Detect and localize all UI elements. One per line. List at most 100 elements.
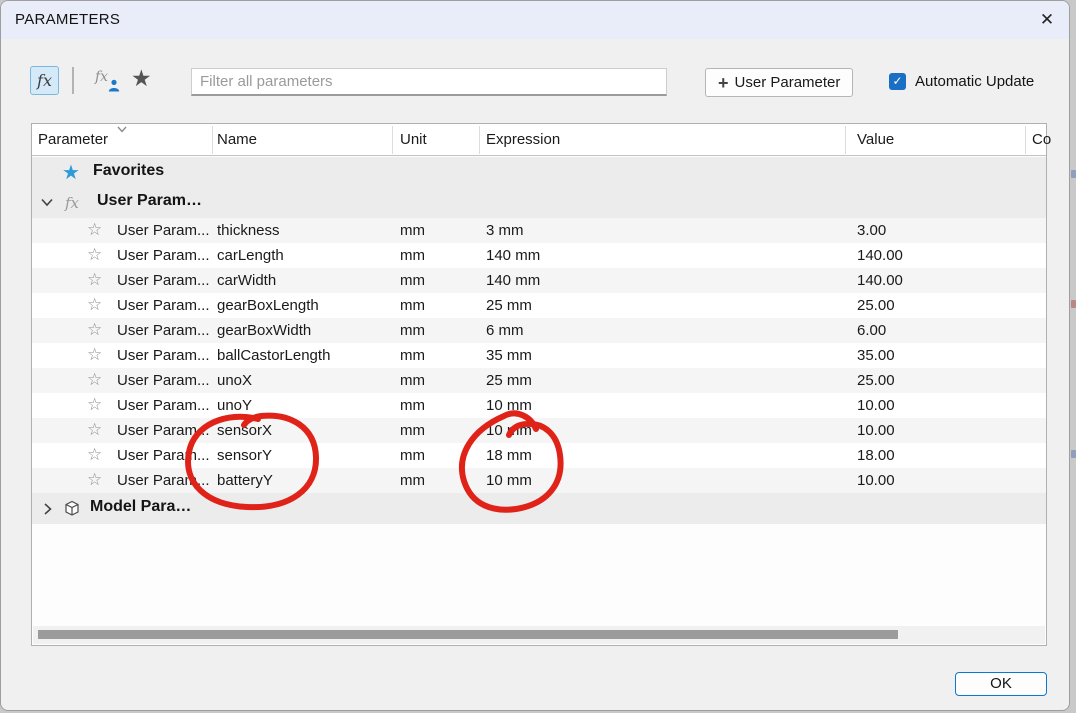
row-expression[interactable]: 35 mm — [486, 347, 532, 364]
row-value: 10.00 — [857, 472, 895, 489]
favorite-toggle-star-icon[interactable]: ☆ — [87, 345, 102, 365]
favorite-toggle-star-icon[interactable]: ☆ — [87, 470, 102, 490]
row-name[interactable]: sensorY — [217, 447, 272, 464]
row-expression[interactable]: 18 mm — [486, 447, 532, 464]
row-expression[interactable]: 3 mm — [486, 222, 524, 239]
table-header: Parameter Name Unit Expression Value Co — [32, 124, 1046, 156]
favorite-toggle-star-icon[interactable]: ☆ — [87, 445, 102, 465]
row-name[interactable]: carWidth — [217, 272, 276, 289]
row-parameter-group: User Param... — [117, 322, 210, 339]
filter-parameters-input[interactable] — [191, 68, 667, 96]
row-parameter-group: User Param... — [117, 472, 210, 489]
row-expression[interactable]: 140 mm — [486, 272, 540, 289]
row-expression[interactable]: 10 mm — [486, 472, 532, 489]
column-header-expression[interactable]: Expression — [486, 131, 560, 148]
favorite-toggle-star-icon[interactable]: ☆ — [87, 370, 102, 390]
model-parameters-group-label: Model Para… — [90, 498, 191, 516]
toolbar-divider — [72, 67, 74, 94]
row-expression[interactable]: 10 mm — [486, 397, 532, 414]
fx-icon: fx — [95, 69, 108, 85]
parameters-dialog: PARAMETERS ✕ fx fx ★ + User Parameter ✓ … — [0, 0, 1070, 711]
row-name[interactable]: unoY — [217, 397, 252, 414]
favorite-toggle-star-icon[interactable]: ☆ — [87, 295, 102, 315]
row-value: 6.00 — [857, 322, 886, 339]
chevron-down-icon[interactable] — [40, 197, 54, 208]
user-parameter-person-button[interactable]: fx — [95, 68, 123, 94]
table-row[interactable]: ☆ User Param... ballCastorLength mm 35 m… — [32, 343, 1046, 368]
column-divider — [212, 126, 213, 154]
row-unit: mm — [400, 222, 425, 239]
close-icon[interactable]: ✕ — [1035, 8, 1059, 32]
row-name[interactable]: gearBoxLength — [217, 297, 319, 314]
table-row[interactable]: ☆ User Param... gearBoxWidth mm 6 mm 6.0… — [32, 318, 1046, 343]
plus-icon: + — [718, 74, 729, 92]
row-expression[interactable]: 25 mm — [486, 297, 532, 314]
row-name[interactable]: batteryY — [217, 472, 273, 489]
row-parameter-group: User Param... — [117, 447, 210, 464]
favorite-toggle-star-icon[interactable]: ☆ — [87, 395, 102, 415]
row-expression[interactable]: 10 mm — [486, 422, 532, 439]
person-icon — [108, 79, 120, 92]
fx-icon: fx — [37, 71, 52, 90]
table-row[interactable]: ☆ User Param... sensorX mm 10 mm 10.00 — [32, 418, 1046, 443]
table-row[interactable]: ☆ User Param... carLength mm 140 mm 140.… — [32, 243, 1046, 268]
sort-chevron-down-icon[interactable] — [114, 125, 130, 134]
ok-button[interactable]: OK — [955, 672, 1047, 696]
row-value: 25.00 — [857, 372, 895, 389]
favorite-toggle-star-icon[interactable]: ☆ — [87, 245, 102, 265]
group-row-model-parameters[interactable]: Model Para… — [32, 493, 1046, 524]
table-row[interactable]: ☆ User Param... carWidth mm 140 mm 140.0… — [32, 268, 1046, 293]
row-unit: mm — [400, 422, 425, 439]
horizontal-scrollbar-thumb[interactable] — [38, 630, 898, 639]
column-header-comments[interactable]: Co — [1032, 131, 1051, 148]
favorite-toggle-star-icon[interactable]: ☆ — [87, 220, 102, 240]
row-parameter-group: User Param... — [117, 222, 210, 239]
chevron-right-icon[interactable] — [42, 502, 53, 516]
table-row[interactable]: ☆ User Param... batteryY mm 10 mm 10.00 — [32, 468, 1046, 493]
row-expression[interactable]: 140 mm — [486, 247, 540, 264]
table-row[interactable]: ☆ User Param... unoY mm 10 mm 10.00 — [32, 393, 1046, 418]
background-app-sliver — [1071, 450, 1076, 458]
row-name[interactable]: gearBoxWidth — [217, 322, 311, 339]
dialog-titlebar: PARAMETERS ✕ — [1, 1, 1069, 39]
group-row-user-parameters[interactable]: fx User Param… — [32, 187, 1046, 218]
favorite-toggle-star-icon[interactable]: ☆ — [87, 270, 102, 290]
table-row[interactable]: ☆ User Param... thickness mm 3 mm 3.00 — [32, 218, 1046, 243]
user-parameters-group-label: User Param… — [97, 192, 202, 210]
row-name[interactable]: carLength — [217, 247, 284, 264]
row-parameter-group: User Param... — [117, 297, 210, 314]
fx-icon: fx — [65, 190, 79, 217]
user-parameter-filter-button[interactable]: fx — [30, 66, 59, 95]
row-expression[interactable]: 25 mm — [486, 372, 532, 389]
group-row-favorites[interactable]: ★ Favorites — [32, 157, 1046, 187]
column-header-unit[interactable]: Unit — [400, 131, 427, 148]
row-value: 18.00 — [857, 447, 895, 464]
dialog-title: PARAMETERS — [15, 11, 120, 28]
table-row[interactable]: ☆ User Param... sensorY mm 18 mm 18.00 — [32, 443, 1046, 468]
row-name[interactable]: thickness — [217, 222, 280, 239]
column-header-name[interactable]: Name — [217, 131, 257, 148]
favorite-toggle-star-icon[interactable]: ☆ — [87, 320, 102, 340]
row-name[interactable]: ballCastorLength — [217, 347, 330, 364]
row-unit: mm — [400, 472, 425, 489]
row-value: 25.00 — [857, 297, 895, 314]
favorite-toggle-star-icon[interactable]: ☆ — [87, 420, 102, 440]
table-row[interactable]: ☆ User Param... unoX mm 25 mm 25.00 — [32, 368, 1046, 393]
column-header-value[interactable]: Value — [857, 131, 894, 148]
favorites-filter-star-icon[interactable]: ★ — [131, 65, 152, 92]
table-row[interactable]: ☆ User Param... gearBoxLength mm 25 mm 2… — [32, 293, 1046, 318]
column-header-parameter[interactable]: Parameter — [38, 131, 108, 148]
favorites-star-icon: ★ — [62, 160, 80, 185]
model-cube-icon — [62, 499, 82, 518]
horizontal-scrollbar-track[interactable] — [33, 626, 1045, 644]
row-parameter-group: User Param... — [117, 397, 210, 414]
row-parameter-group: User Param... — [117, 247, 210, 264]
add-user-parameter-button[interactable]: + User Parameter — [705, 68, 853, 97]
automatic-update-checkbox[interactable]: ✓ — [889, 73, 906, 90]
parameters-table: Parameter Name Unit Expression Value Co … — [31, 123, 1047, 646]
column-divider — [845, 126, 846, 154]
row-expression[interactable]: 6 mm — [486, 322, 524, 339]
row-name[interactable]: unoX — [217, 372, 252, 389]
row-value: 10.00 — [857, 422, 895, 439]
row-name[interactable]: sensorX — [217, 422, 272, 439]
